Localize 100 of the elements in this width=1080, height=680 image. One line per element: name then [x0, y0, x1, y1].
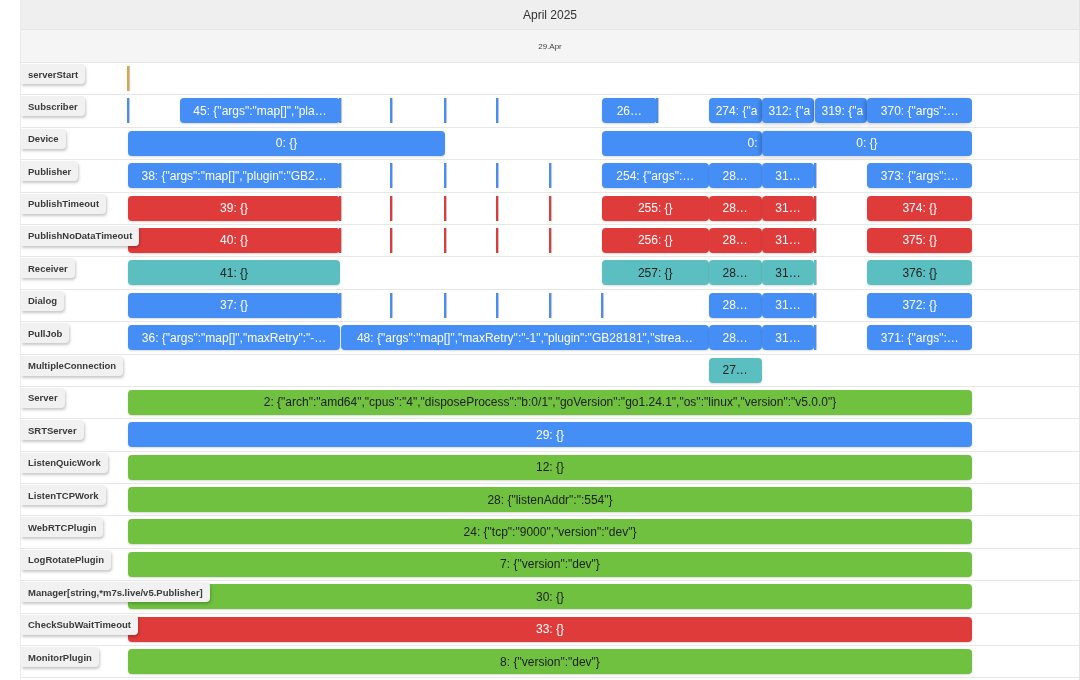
timeline-item[interactable]: 8: {"version":"dev"}: [127, 649, 973, 675]
group-label: Subscriber: [21, 96, 85, 117]
marker-line-icon[interactable]: [444, 292, 447, 318]
timeline-item[interactable]: 371: {"args":…: [867, 325, 973, 351]
timeline-item[interactable]: 12: {}: [127, 454, 973, 480]
timeline-item[interactable]: 24: {"tcp":"9000","version":"dev"}: [127, 519, 973, 545]
marker-line-icon[interactable]: [496, 163, 499, 189]
timeline-item[interactable]: 0:: [601, 130, 762, 156]
group-label: PublishNoDataTimeout: [21, 225, 140, 246]
marker-line-icon[interactable]: [339, 292, 342, 318]
timeline-item[interactable]: 36: {"args":"map[]","maxRetry":"-…: [127, 325, 341, 351]
marker-line-icon[interactable]: [813, 163, 816, 189]
group-label: Receiver: [21, 258, 75, 279]
marker-line-icon[interactable]: [390, 98, 393, 124]
timeline-item[interactable]: 38: {"args":"map[]","plugin":"GB2…: [127, 163, 341, 189]
marker-line-icon[interactable]: [444, 195, 447, 221]
timeline-item[interactable]: 31…: [761, 292, 815, 318]
timeline-item[interactable]: 274: {"a: [708, 98, 762, 124]
timeline-item[interactable]: 374: {}: [867, 195, 973, 221]
timeline-item[interactable]: 7: {"version":"dev"}: [127, 551, 973, 577]
timeline-item[interactable]: 370: {"args":…: [867, 98, 973, 124]
group-label: Publisher: [21, 161, 79, 182]
marker-line-icon[interactable]: [813, 292, 816, 318]
timeline-item[interactable]: 254: {"args":…: [601, 163, 709, 189]
timeline-item[interactable]: 48: {"args":"map[]","maxRetry":"-1","plugin":"GB28181","strea…: [341, 325, 709, 351]
marker-line-icon[interactable]: [496, 292, 499, 318]
timeline-item[interactable]: 256: {}: [601, 227, 709, 253]
marker-line-icon[interactable]: [339, 227, 342, 253]
group-label: SRTServer: [21, 420, 84, 441]
timeline-item[interactable]: 31…: [761, 163, 815, 189]
timeline-item[interactable]: 31…: [761, 227, 815, 253]
group-label: PublishTimeout: [21, 193, 107, 214]
group-label: CheckSubWaitTimeout: [21, 614, 138, 635]
timeline-item[interactable]: 2: {"arch":"amd64","cpus":"4","disposeProcess":"b:0/1","goVersion":"go1.24.1","os":"linux","version":"v5.0.0"}: [127, 389, 973, 415]
marker-line-icon[interactable]: [549, 195, 551, 221]
marker-line-icon[interactable]: [126, 66, 129, 91]
marker-line-icon[interactable]: [339, 98, 342, 124]
timeline-item[interactable]: 37: {}: [127, 292, 341, 318]
timeline-item[interactable]: 39: {}: [127, 195, 341, 221]
timeline-item[interactable]: 31…: [761, 325, 815, 351]
timeline-item[interactable]: 28…: [708, 260, 762, 286]
timeline-item[interactable]: 375: {}: [867, 227, 973, 253]
timeline-item[interactable]: 373: {"args":…: [867, 163, 973, 189]
timeline-item[interactable]: 28…: [708, 292, 762, 318]
timeline-item[interactable]: 27…: [708, 357, 762, 383]
marker-line-icon[interactable]: [444, 227, 447, 253]
group-label: Manager[string,*m7s.live/v5.Publisher]: [21, 582, 210, 603]
marker-line-icon[interactable]: [549, 227, 551, 253]
timeline-item[interactable]: 29: {}: [127, 422, 973, 448]
group-label: LogRotatePlugin: [21, 549, 111, 570]
month-label: April 2025: [522, 7, 577, 22]
marker-line-icon[interactable]: [549, 163, 551, 189]
timeline-item[interactable]: 31…: [761, 195, 815, 221]
group-label: PullJob: [21, 323, 70, 344]
timeline-item[interactable]: 28…: [708, 163, 762, 189]
marker-line-icon[interactable]: [390, 163, 393, 189]
marker-line-icon[interactable]: [444, 163, 447, 189]
timeline-item[interactable]: 0: {}: [761, 130, 973, 156]
timeline-item[interactable]: 376: {}: [867, 260, 973, 286]
timeline-item[interactable]: 28…: [708, 227, 762, 253]
timeline-item[interactable]: 312: {"a: [761, 98, 815, 124]
marker-line-icon[interactable]: [496, 195, 499, 221]
timeline-item[interactable]: 31…: [761, 260, 815, 286]
group-label: MultipleConnection: [21, 355, 124, 376]
marker-line-icon[interactable]: [813, 195, 816, 221]
marker-line-icon[interactable]: [813, 325, 816, 351]
marker-line-icon[interactable]: [444, 98, 447, 124]
marker-line-icon[interactable]: [813, 260, 816, 286]
marker-line-icon[interactable]: [390, 292, 393, 318]
timeline-item[interactable]: 257: {}: [601, 260, 709, 286]
timeline-item[interactable]: 28…: [708, 325, 762, 351]
timeline-item[interactable]: 255: {}: [601, 195, 709, 221]
group-label: MonitorPlugin: [21, 647, 99, 668]
group-label: Device: [21, 128, 66, 149]
timeline-item[interactable]: 26…: [601, 98, 657, 124]
marker-line-icon[interactable]: [496, 98, 499, 124]
timeline-item[interactable]: 28: {"listenAddr":":554"}: [127, 487, 973, 513]
marker-line-icon[interactable]: [390, 227, 393, 253]
timeline-item[interactable]: 28…: [708, 195, 762, 221]
timeline-item[interactable]: 45: {"args":"map[]","pla…: [179, 98, 341, 124]
marker-line-icon[interactable]: [813, 227, 816, 253]
group-label: WebRTCPlugin: [21, 517, 104, 538]
marker-line-icon[interactable]: [339, 195, 342, 221]
timeline-item[interactable]: 0: {}: [127, 130, 446, 156]
group-label: Dialog: [21, 290, 65, 311]
day-label: 29.Apr: [538, 41, 562, 51]
marker-line-icon[interactable]: [549, 292, 551, 318]
timeline-item[interactable]: 319: {"a: [814, 98, 868, 124]
timeline-item[interactable]: 372: {}: [867, 292, 973, 318]
group-label: serverStart: [21, 64, 86, 84]
marker-line-icon[interactable]: [655, 98, 658, 124]
timeline-item[interactable]: 41: {}: [127, 260, 341, 286]
marker-line-icon[interactable]: [339, 163, 342, 189]
group-label: ListenQuicWork: [21, 452, 108, 473]
marker-line-icon[interactable]: [496, 227, 499, 253]
marker-line-icon[interactable]: [600, 292, 603, 318]
group-label: ListenTCPWork: [21, 485, 106, 506]
marker-line-icon[interactable]: [126, 98, 129, 124]
marker-line-icon[interactable]: [390, 195, 393, 221]
group-label: Server: [21, 387, 65, 408]
